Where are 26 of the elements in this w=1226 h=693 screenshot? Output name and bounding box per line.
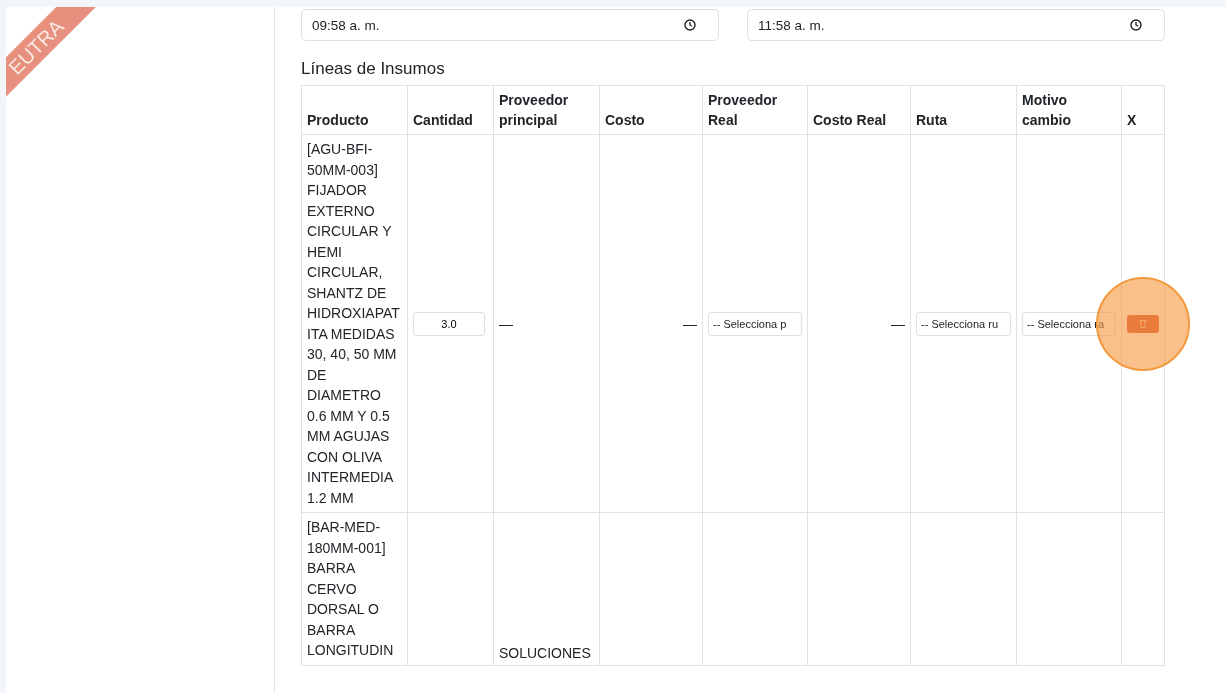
supplier-select[interactable]: -- Selecciona p <box>708 311 802 336</box>
table-cell: SOLUCIONES <box>493 512 600 665</box>
quantity-input[interactable]: 3.0 <box>413 311 485 336</box>
column-header: Costo <box>599 85 703 135</box>
column-header: Proveedor principal <box>493 85 600 135</box>
trash-icon <box>1139 319 1147 328</box>
delete-button[interactable] <box>1127 314 1159 333</box>
column-header: Producto <box>301 85 408 135</box>
clock-icon <box>1130 19 1142 31</box>
column-header: Costo Real <box>807 85 911 135</box>
route-select[interactable]: -- Selecciona ru <box>916 311 1011 336</box>
time-field[interactable]: 11:58 a. m. <box>747 9 1165 41</box>
reason-select[interactable]: -- Selecciona ra <box>1022 311 1116 336</box>
table-cell: — <box>493 134 600 513</box>
table-cell: — <box>683 315 697 332</box>
section-title: Líneas de Insumos <box>301 59 446 79</box>
column-header: Ruta <box>910 85 1017 135</box>
time-field[interactable]: 09:58 a. m. <box>301 9 719 41</box>
table-cell: [BAR-MED-180MM-001] BARRA CERVO DORSAL O BARRA LONGITUDIN <box>301 512 408 665</box>
column-header: Motivo cambio <box>1016 85 1122 135</box>
column-header: X <box>1121 85 1165 135</box>
column-header: Proveedor Real <box>702 85 808 135</box>
clock-icon <box>684 19 696 31</box>
table-cell: — <box>891 315 905 332</box>
column-header: Cantidad <box>407 85 494 135</box>
table-cell: [AGU-BFI-50MM-003] FIJADOR EXTERNO CIRCULAR Y HEMI CIRCULAR, SHANTZ DE HIDROXIAPATITA MEDIDAS 30, 40, 50 MM DE DIAMETRO 0.6 MM Y 0.5 MM AGUJAS CON OLIVA INTERMEDIA 1.2 MM <box>301 134 408 513</box>
